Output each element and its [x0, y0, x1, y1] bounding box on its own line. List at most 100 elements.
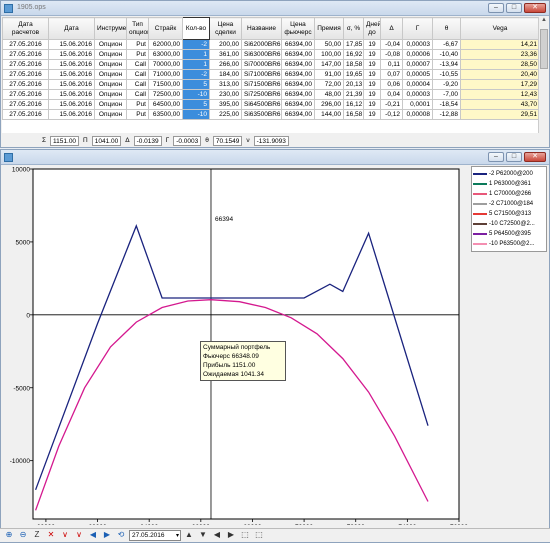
chart-maximize-icon[interactable]: □: [506, 152, 522, 162]
table-cell[interactable]: 100,00: [314, 49, 344, 60]
table-cell[interactable]: 19: [363, 89, 381, 100]
table-cell[interactable]: Опцион: [94, 69, 127, 80]
toggle-a-icon[interactable]: ⬚: [239, 530, 251, 541]
table-cell[interactable]: 19,65: [343, 69, 364, 80]
table-cell[interactable]: 15.06.2016: [48, 59, 95, 70]
table-row[interactable]: 27.05.2016 15.06.2016 Опцион Put 64500,00 5 39…: [2, 99, 539, 110]
table-cell[interactable]: 20,40: [460, 69, 539, 80]
table-cell[interactable]: Call: [126, 59, 149, 70]
table-cell[interactable]: 15.06.2016: [48, 109, 95, 120]
table-cell[interactable]: 71500,00: [148, 79, 183, 90]
column-header[interactable]: Премия: [314, 17, 344, 40]
zoom-in-icon[interactable]: ⊕: [3, 530, 15, 541]
table-cell[interactable]: Si62000BR6: [241, 39, 282, 50]
table-cell[interactable]: Опцион: [94, 109, 127, 120]
table-cell[interactable]: 66394,00: [281, 99, 315, 110]
table-cell[interactable]: -0,12: [380, 109, 403, 120]
table-cell[interactable]: 66394,00: [281, 39, 315, 50]
table-cell[interactable]: 29,51: [460, 109, 539, 120]
table-cell[interactable]: 19: [363, 79, 381, 90]
table-cell[interactable]: 395,00: [209, 99, 242, 110]
table-cell[interactable]: 19: [363, 59, 381, 70]
table-cell[interactable]: 19: [363, 49, 381, 60]
step-back-icon[interactable]: ◀: [87, 530, 99, 541]
table-cell[interactable]: 225,00: [209, 109, 242, 120]
table-cell[interactable]: -6,67: [432, 39, 461, 50]
table-cell[interactable]: Опцион: [94, 39, 127, 50]
table-cell[interactable]: 66394,00: [281, 109, 315, 120]
legend-item[interactable]: -2 C71000@184: [473, 199, 545, 209]
table-cell[interactable]: 0,00007: [402, 59, 433, 70]
table-row[interactable]: 27.05.2016 15.06.2016 Опцион Put 63000,00 1 36…: [2, 49, 539, 60]
column-header[interactable]: σ, %: [343, 17, 364, 40]
table-cell[interactable]: 15.06.2016: [48, 99, 95, 110]
table-cell[interactable]: Put: [126, 109, 149, 120]
table-cell[interactable]: 16,92: [343, 49, 364, 60]
table-cell[interactable]: 230,00: [209, 89, 242, 100]
column-header[interactable]: Кол-во: [182, 17, 210, 40]
table-cell[interactable]: 72,00: [314, 79, 344, 90]
table-cell[interactable]: 66394,00: [281, 89, 315, 100]
table-cell[interactable]: 1: [182, 49, 210, 60]
table-cell[interactable]: 19: [363, 109, 381, 120]
table-cell[interactable]: Si70000BR6: [241, 59, 282, 70]
table-cell[interactable]: Si71500BR6: [241, 79, 282, 90]
table-cell[interactable]: 27.05.2016: [2, 79, 49, 90]
table-cell[interactable]: 28,50: [460, 59, 539, 70]
table-cell[interactable]: 0,06: [380, 79, 403, 90]
table-cell[interactable]: 15.06.2016: [48, 39, 95, 50]
positions-titlebar[interactable]: 1905.ops – □ ✕: [1, 1, 549, 16]
table-cell[interactable]: 27.05.2016: [2, 39, 49, 50]
table-cell[interactable]: -2: [182, 39, 210, 50]
chart-titlebar[interactable]: – □ ✕: [1, 150, 549, 165]
column-header[interactable]: Страйк: [148, 17, 183, 40]
table-cell[interactable]: 296,00: [314, 99, 344, 110]
table-cell[interactable]: Si63500BR6: [241, 109, 282, 120]
table-cell[interactable]: 66394,00: [281, 69, 315, 80]
table-cell[interactable]: 16,12: [343, 99, 364, 110]
table-cell[interactable]: Si72500BR6: [241, 89, 282, 100]
table-cell[interactable]: 27.05.2016: [2, 49, 49, 60]
table-cell[interactable]: 17,85: [343, 39, 364, 50]
table-row[interactable]: 27.05.2016 15.06.2016 Опцион Call 71000,00 -2…: [2, 69, 539, 80]
table-cell[interactable]: 0,07: [380, 69, 403, 80]
table-cell[interactable]: 144,00: [314, 109, 344, 120]
column-header[interactable]: Дата: [48, 17, 95, 40]
column-header[interactable]: Цена сделки: [209, 17, 242, 40]
table-cell[interactable]: 66394,00: [281, 79, 315, 90]
table-cell[interactable]: 19: [363, 99, 381, 110]
table-scrollbar[interactable]: ▲: [538, 17, 549, 133]
legend-item[interactable]: 5 P64500@395: [473, 229, 545, 239]
table-cell[interactable]: Опцион: [94, 79, 127, 90]
table-cell[interactable]: 66394,00: [281, 59, 315, 70]
table-row[interactable]: 27.05.2016 15.06.2016 Опцион Call 72500,00 -1…: [2, 89, 539, 100]
column-header[interactable]: Дней до: [363, 17, 381, 40]
table-cell[interactable]: 66394,00: [281, 49, 315, 60]
table-cell[interactable]: 15.06.2016: [48, 79, 95, 90]
legend-item[interactable]: -2 P62000@200: [473, 169, 545, 179]
table-cell[interactable]: Call: [126, 69, 149, 80]
date-select[interactable]: 27.05.2016 ▾: [129, 530, 181, 541]
table-cell[interactable]: -10,55: [432, 69, 461, 80]
table-cell[interactable]: 0,0001: [402, 99, 433, 110]
table-cell[interactable]: 19: [363, 39, 381, 50]
remove-icon[interactable]: ✕: [45, 530, 57, 541]
table-cell[interactable]: 15.06.2016: [48, 69, 95, 80]
table-cell[interactable]: 0,04: [380, 89, 403, 100]
table-cell[interactable]: 27.05.2016: [2, 99, 49, 110]
table-cell[interactable]: 200,00: [209, 39, 242, 50]
table-cell[interactable]: -18,54: [432, 99, 461, 110]
table-cell[interactable]: Put: [126, 49, 149, 60]
table-cell[interactable]: 48,00: [314, 89, 344, 100]
table-cell[interactable]: 18,58: [343, 59, 364, 70]
table-row[interactable]: 27.05.2016 15.06.2016 Опцион Put 63500,00 -10…: [2, 109, 539, 120]
table-cell[interactable]: 71000,00: [148, 69, 183, 80]
table-cell[interactable]: -2: [182, 69, 210, 80]
table-cell[interactable]: Put: [126, 99, 149, 110]
close-icon[interactable]: ✕: [524, 3, 546, 13]
table-cell[interactable]: 184,00: [209, 69, 242, 80]
table-cell[interactable]: -10: [182, 89, 210, 100]
legend-item[interactable]: -10 P63500@2...: [473, 239, 545, 249]
table-cell[interactable]: 63500,00: [148, 109, 183, 120]
table-cell[interactable]: 27.05.2016: [2, 109, 49, 120]
